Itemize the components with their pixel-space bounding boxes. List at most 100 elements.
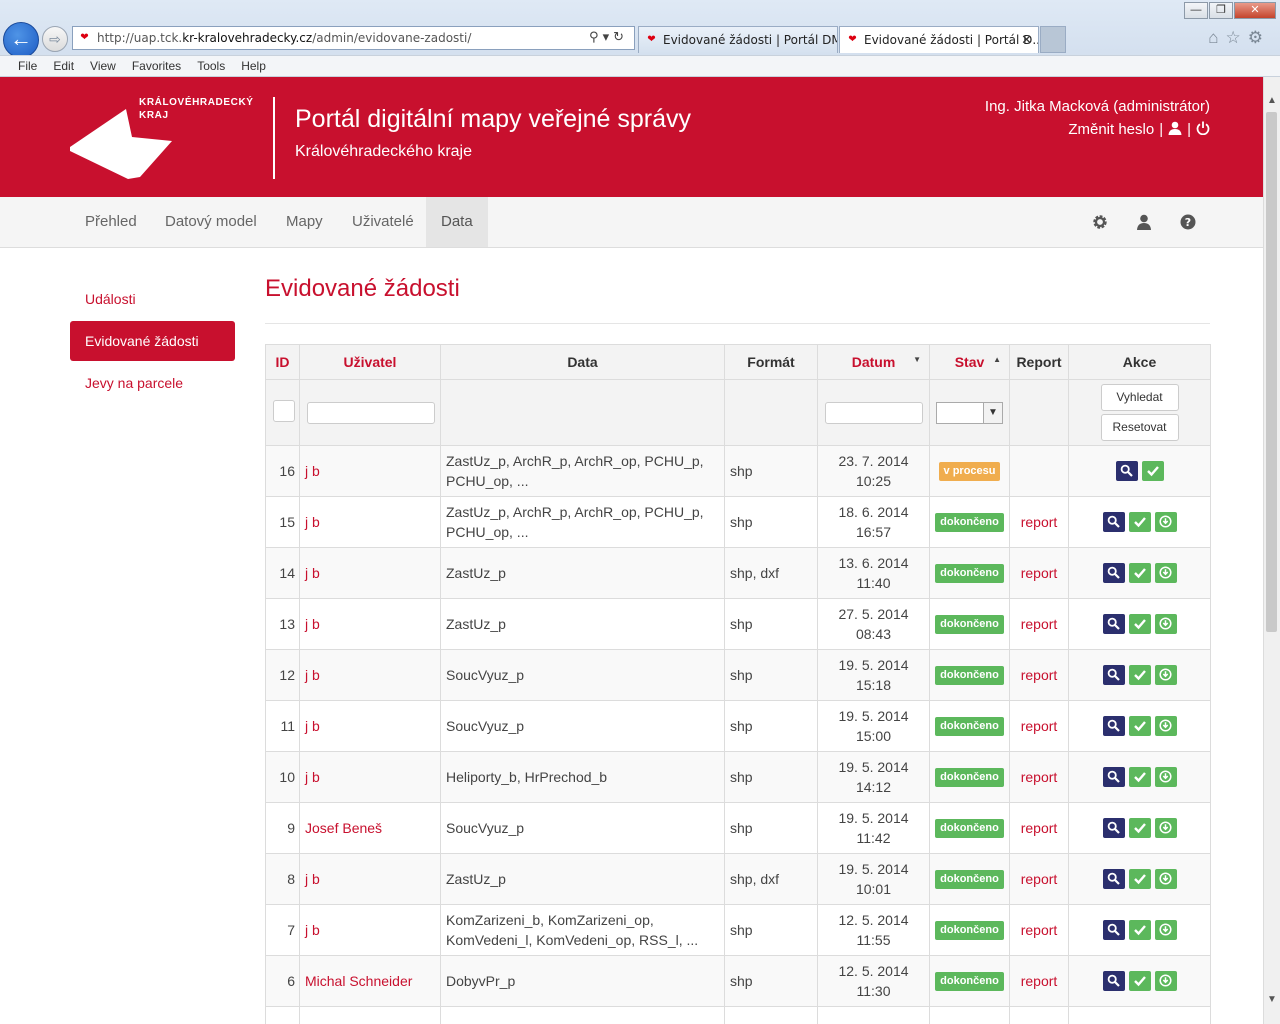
browser-tab-1[interactable]: ❤ Evidované žádosti | Portál DMV... bbox=[638, 26, 838, 53]
cell-user[interactable]: j b bbox=[299, 649, 441, 701]
power-icon[interactable] bbox=[1196, 121, 1210, 136]
help-icon[interactable]: ? bbox=[1179, 213, 1197, 231]
approve-check-icon[interactable] bbox=[1128, 665, 1151, 685]
cell-report[interactable]: report bbox=[1009, 598, 1069, 650]
sidebar-item-jevy-na-parcele[interactable]: Jevy na parcele bbox=[70, 363, 235, 403]
download-icon[interactable] bbox=[1154, 614, 1177, 634]
cell-user[interactable]: j b bbox=[299, 547, 441, 599]
cell-report[interactable]: report bbox=[1009, 547, 1069, 599]
cell-user[interactable]: Michal Schneider bbox=[299, 955, 441, 1007]
favorites-star-icon[interactable]: ☆ bbox=[1226, 28, 1248, 47]
download-icon[interactable] bbox=[1154, 767, 1177, 787]
cell-user[interactable]: j b bbox=[299, 445, 441, 497]
new-tab-button[interactable] bbox=[1040, 26, 1066, 53]
cell-report[interactable]: report bbox=[1009, 751, 1069, 803]
approve-check-icon[interactable] bbox=[1128, 920, 1151, 940]
nav-item-datovy-model[interactable]: Datový model bbox=[150, 197, 272, 247]
download-icon[interactable] bbox=[1154, 716, 1177, 736]
download-icon[interactable] bbox=[1154, 512, 1177, 532]
cell-user[interactable]: j b bbox=[299, 598, 441, 650]
minimize-icon[interactable]: — bbox=[1184, 2, 1208, 19]
approve-check-icon[interactable] bbox=[1128, 512, 1151, 532]
nav-item-uzivatele[interactable]: Uživatelé bbox=[337, 197, 429, 247]
view-detail-icon[interactable] bbox=[1115, 461, 1138, 481]
forward-button[interactable]: ⇨ bbox=[42, 26, 68, 52]
cell-user[interactable]: j b bbox=[299, 904, 441, 956]
cell-user[interactable]: Josef Beneš bbox=[299, 802, 441, 854]
cell-report[interactable]: report bbox=[1009, 904, 1069, 956]
cell-user[interactable]: j b bbox=[299, 496, 441, 548]
menu-view[interactable]: View bbox=[82, 56, 124, 76]
column-header-date[interactable]: Datum ▼ bbox=[817, 344, 930, 380]
cell-report[interactable]: report bbox=[1009, 496, 1069, 548]
download-icon[interactable] bbox=[1154, 869, 1177, 889]
menu-file[interactable]: File bbox=[0, 56, 45, 76]
cell-report[interactable]: report bbox=[1009, 649, 1069, 701]
menu-tools[interactable]: Tools bbox=[189, 56, 233, 76]
tab-close-icon[interactable]: ✕ bbox=[1021, 27, 1032, 53]
approve-check-icon[interactable] bbox=[1128, 563, 1151, 583]
back-button[interactable]: ← bbox=[3, 22, 39, 58]
column-header-id[interactable]: ID bbox=[265, 344, 300, 380]
scroll-up-icon[interactable]: ▲ bbox=[1264, 93, 1280, 109]
kraj-logo-icon[interactable] bbox=[68, 107, 174, 179]
change-password-link[interactable]: Změnit heslo bbox=[1068, 121, 1154, 138]
sidebar-item-evidovane-zadosti[interactable]: Evidované žádosti bbox=[70, 321, 235, 361]
cell-user[interactable]: j b bbox=[299, 853, 441, 905]
cell-user[interactable] bbox=[299, 1006, 441, 1024]
close-window-icon[interactable]: ✕ bbox=[1234, 2, 1276, 19]
view-detail-icon[interactable] bbox=[1102, 716, 1125, 736]
approve-check-icon[interactable] bbox=[1128, 869, 1151, 889]
cell-report[interactable]: report bbox=[1009, 955, 1069, 1007]
reset-button[interactable]: Resetovat bbox=[1100, 414, 1179, 441]
address-bar[interactable]: ❤ http://uap.tck.kr-kralovehradecky.cz/a… bbox=[72, 26, 635, 50]
menu-edit[interactable]: Edit bbox=[45, 56, 82, 76]
view-detail-icon[interactable] bbox=[1102, 920, 1125, 940]
menu-help[interactable]: Help bbox=[233, 56, 274, 76]
download-icon[interactable] bbox=[1154, 818, 1177, 838]
download-icon[interactable] bbox=[1154, 920, 1177, 940]
nav-item-data[interactable]: Data bbox=[426, 197, 488, 247]
view-detail-icon[interactable] bbox=[1102, 818, 1125, 838]
column-header-user[interactable]: Uživatel bbox=[299, 344, 441, 380]
view-detail-icon[interactable] bbox=[1102, 971, 1125, 991]
download-icon[interactable] bbox=[1154, 971, 1177, 991]
view-detail-icon[interactable] bbox=[1102, 563, 1125, 583]
settings-gear-icon[interactable]: ⚙ bbox=[1248, 28, 1270, 47]
scroll-thumb[interactable] bbox=[1266, 112, 1277, 632]
menu-favorites[interactable]: Favorites bbox=[124, 56, 189, 76]
search-icon[interactable]: ⚲ bbox=[589, 30, 603, 45]
view-detail-icon[interactable] bbox=[1102, 767, 1125, 787]
approve-check-icon[interactable] bbox=[1128, 614, 1151, 634]
approve-check-icon[interactable] bbox=[1128, 818, 1151, 838]
dropdown-icon[interactable]: ▾ bbox=[603, 30, 614, 45]
approve-check-icon[interactable] bbox=[1141, 461, 1164, 481]
vertical-scrollbar[interactable]: ▲ ▼ bbox=[1263, 77, 1280, 1024]
view-detail-icon[interactable] bbox=[1102, 614, 1125, 634]
nav-item-prehled[interactable]: Přehled bbox=[70, 197, 152, 247]
home-icon[interactable]: ⌂ bbox=[1208, 28, 1225, 47]
cell-report[interactable] bbox=[1009, 445, 1069, 497]
restore-icon[interactable]: ❐ bbox=[1209, 2, 1233, 19]
browser-tab-2[interactable]: ❤ Evidované žádosti | Portál D... ✕ bbox=[839, 26, 1039, 53]
cell-user[interactable]: j b bbox=[299, 700, 441, 752]
approve-check-icon[interactable] bbox=[1128, 716, 1151, 736]
search-button[interactable]: Vyhledat bbox=[1100, 384, 1179, 411]
column-header-status[interactable]: Stav ▲ bbox=[929, 344, 1010, 380]
filter-status-select[interactable]: ▼ bbox=[936, 401, 1003, 424]
cell-report[interactable] bbox=[1009, 1006, 1069, 1024]
approve-check-icon[interactable] bbox=[1128, 767, 1151, 787]
user-icon[interactable] bbox=[1135, 213, 1153, 231]
filter-id-checkbox[interactable] bbox=[273, 400, 295, 422]
view-detail-icon[interactable] bbox=[1102, 665, 1125, 685]
view-detail-icon[interactable] bbox=[1102, 869, 1125, 889]
view-detail-icon[interactable] bbox=[1102, 512, 1125, 532]
cell-report[interactable]: report bbox=[1009, 802, 1069, 854]
approve-check-icon[interactable] bbox=[1128, 971, 1151, 991]
scroll-down-icon[interactable]: ▼ bbox=[1264, 992, 1280, 1008]
cell-user[interactable]: j b bbox=[299, 751, 441, 803]
gear-icon[interactable] bbox=[1091, 213, 1109, 231]
download-icon[interactable] bbox=[1154, 665, 1177, 685]
download-icon[interactable] bbox=[1154, 563, 1177, 583]
sidebar-item-udalosti[interactable]: Události bbox=[70, 279, 235, 319]
